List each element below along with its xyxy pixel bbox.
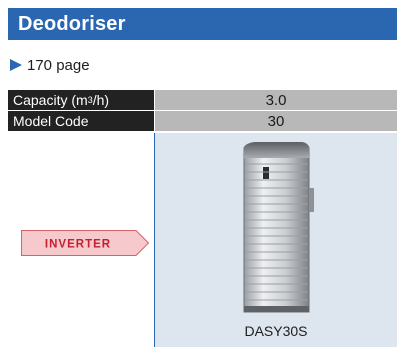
inverter-badge-label: INVERTER: [45, 239, 111, 251]
capacity-label-suffix: /h): [92, 92, 110, 108]
badge-cell: INVERTER: [8, 133, 155, 347]
air-purifier-unit-image: [243, 142, 314, 313]
product-image-cell: DASY30S: [155, 133, 397, 347]
model-code-row: Model Code 30: [8, 111, 397, 131]
spec-table: Capacity (m 3/h) 3.0 Model Code 30: [8, 90, 397, 132]
model-name-label: DASY30S: [244, 323, 308, 339]
capacity-value: 3.0: [155, 90, 397, 110]
product-area: INVERTER DASY30S: [8, 133, 397, 347]
model-code-label: Model Code: [8, 111, 154, 131]
play-arrow-icon: [10, 59, 22, 71]
section-header: Deodoriser: [8, 8, 397, 40]
page-reference-label: 170 page: [27, 56, 90, 74]
capacity-row: Capacity (m 3/h) 3.0: [8, 90, 397, 110]
page-reference-link[interactable]: 170 page: [10, 55, 90, 75]
model-code-value: 30: [155, 111, 397, 131]
product-spec-card: Deodoriser 170 page Capacity (m 3/h) 3.0 …: [0, 0, 405, 354]
inverter-badge: INVERTER: [21, 230, 149, 256]
capacity-label-prefix: Capacity (m: [13, 92, 88, 108]
capacity-label: Capacity (m 3/h): [8, 90, 154, 110]
section-title: Deodoriser: [18, 12, 126, 35]
